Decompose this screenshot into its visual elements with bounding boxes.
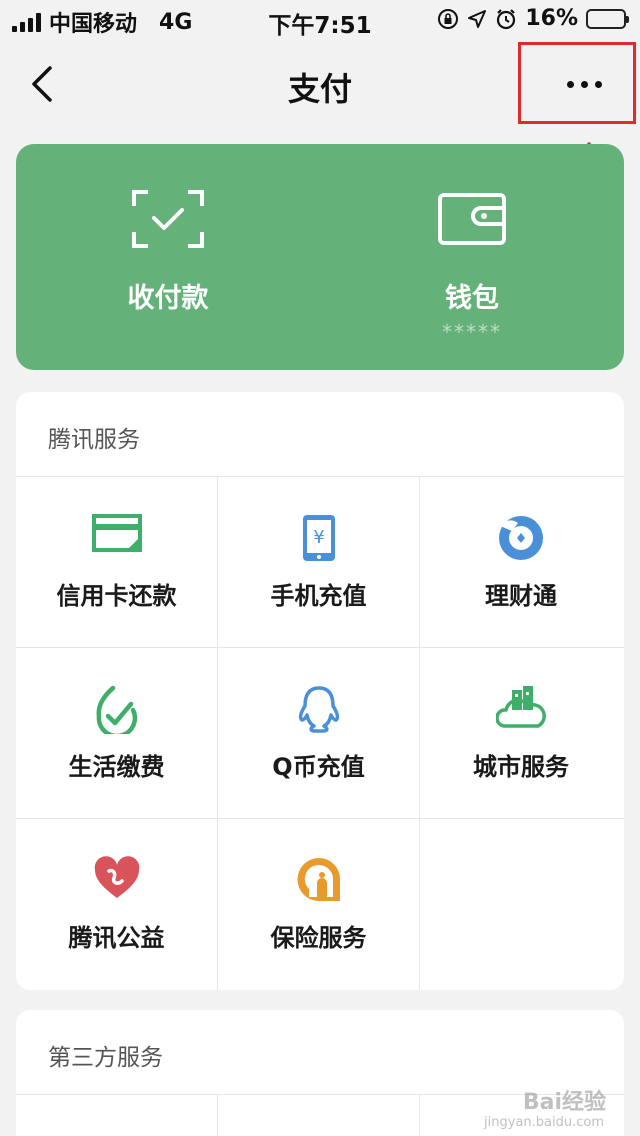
service-phone-topup[interactable]: ¥ 手机充值 [218,477,420,648]
service-label: 信用卡还款 [56,582,177,610]
service-empty-cell [420,819,622,990]
service-label: 理财通 [485,582,557,610]
wallet-button[interactable]: 钱包 ***** [320,144,624,370]
section-title: 第三方服务 [48,1045,163,1071]
alarm-icon [497,8,516,29]
service-cell[interactable] [218,1095,420,1136]
more-dots-icon [567,81,602,88]
wealth-icon [498,516,543,560]
location-icon [468,9,487,28]
charity-heart-icon [94,856,139,898]
service-wealth[interactable]: 理财通 [420,477,622,648]
phone-yuan-icon: ¥ [302,515,335,561]
service-label: 生活缴费 [68,753,165,781]
city-cloud-icon [496,686,546,728]
status-bar: 中国移动 4G 下午7:51 16% [0,0,640,40]
insurance-icon [297,858,340,901]
watermark-url: jingyan.baidu.com [484,1115,604,1130]
service-label: 城市服务 [473,753,569,781]
service-label: 手机充值 [270,582,367,610]
credit-card-icon [91,514,142,552]
service-row: 生活缴费 Q币充值 城市服务 [16,648,624,819]
wallet-label: 钱包 [445,283,499,314]
battery-icon [586,8,629,29]
service-label: Q币充值 [272,753,365,781]
service-credit-card[interactable]: 信用卡还款 [16,477,218,648]
receive-pay-label: 收付款 [127,283,209,314]
wallet-icon [438,193,506,245]
service-label: 腾讯公益 [68,924,165,952]
status-right: 16% [437,6,629,31]
more-button[interactable] [518,42,636,124]
service-row: 腾讯公益 保险服务 [16,819,624,990]
service-row: 信用卡还款 ¥ 手机充值 理财通 [16,477,624,648]
scan-check-icon [132,190,204,248]
navigation-bar: 支付 [0,40,640,130]
service-cell[interactable] [16,1095,218,1136]
battery-percent: 16% [525,6,578,31]
service-grid: 信用卡还款 ¥ 手机充值 理财通 生活缴费 Q币充值 城市服务 腾讯公益 保险服… [16,476,624,990]
payment-screen: 中国移动 4G 下午7:51 16% 支付 收付款 钱包 ***** 腾讯服务 … [0,0,640,1136]
service-insurance[interactable]: 保险服务 [218,819,420,990]
tencent-services-panel: 腾讯服务 信用卡还款 ¥ 手机充值 理财通 生活缴费 Q币充值 城市服务 腾讯公… [16,392,624,990]
pay-card: 收付款 钱包 ***** [16,144,624,370]
wallet-balance-masked: ***** [442,320,502,344]
service-city[interactable]: 城市服务 [420,648,622,819]
section-title: 腾讯服务 [48,427,140,453]
receive-pay-button[interactable]: 收付款 [16,144,320,370]
service-utilities[interactable]: 生活缴费 [16,648,218,819]
qq-penguin-icon [298,686,339,733]
service-qcoin[interactable]: Q币充值 [218,648,420,819]
service-charity[interactable]: 腾讯公益 [16,819,218,990]
orientation-lock-icon [438,8,459,29]
svg-text:¥: ¥ [313,527,324,548]
utility-check-icon [96,685,137,734]
watermark: Bai经验 [522,1090,606,1115]
service-label: 保险服务 [270,924,367,952]
